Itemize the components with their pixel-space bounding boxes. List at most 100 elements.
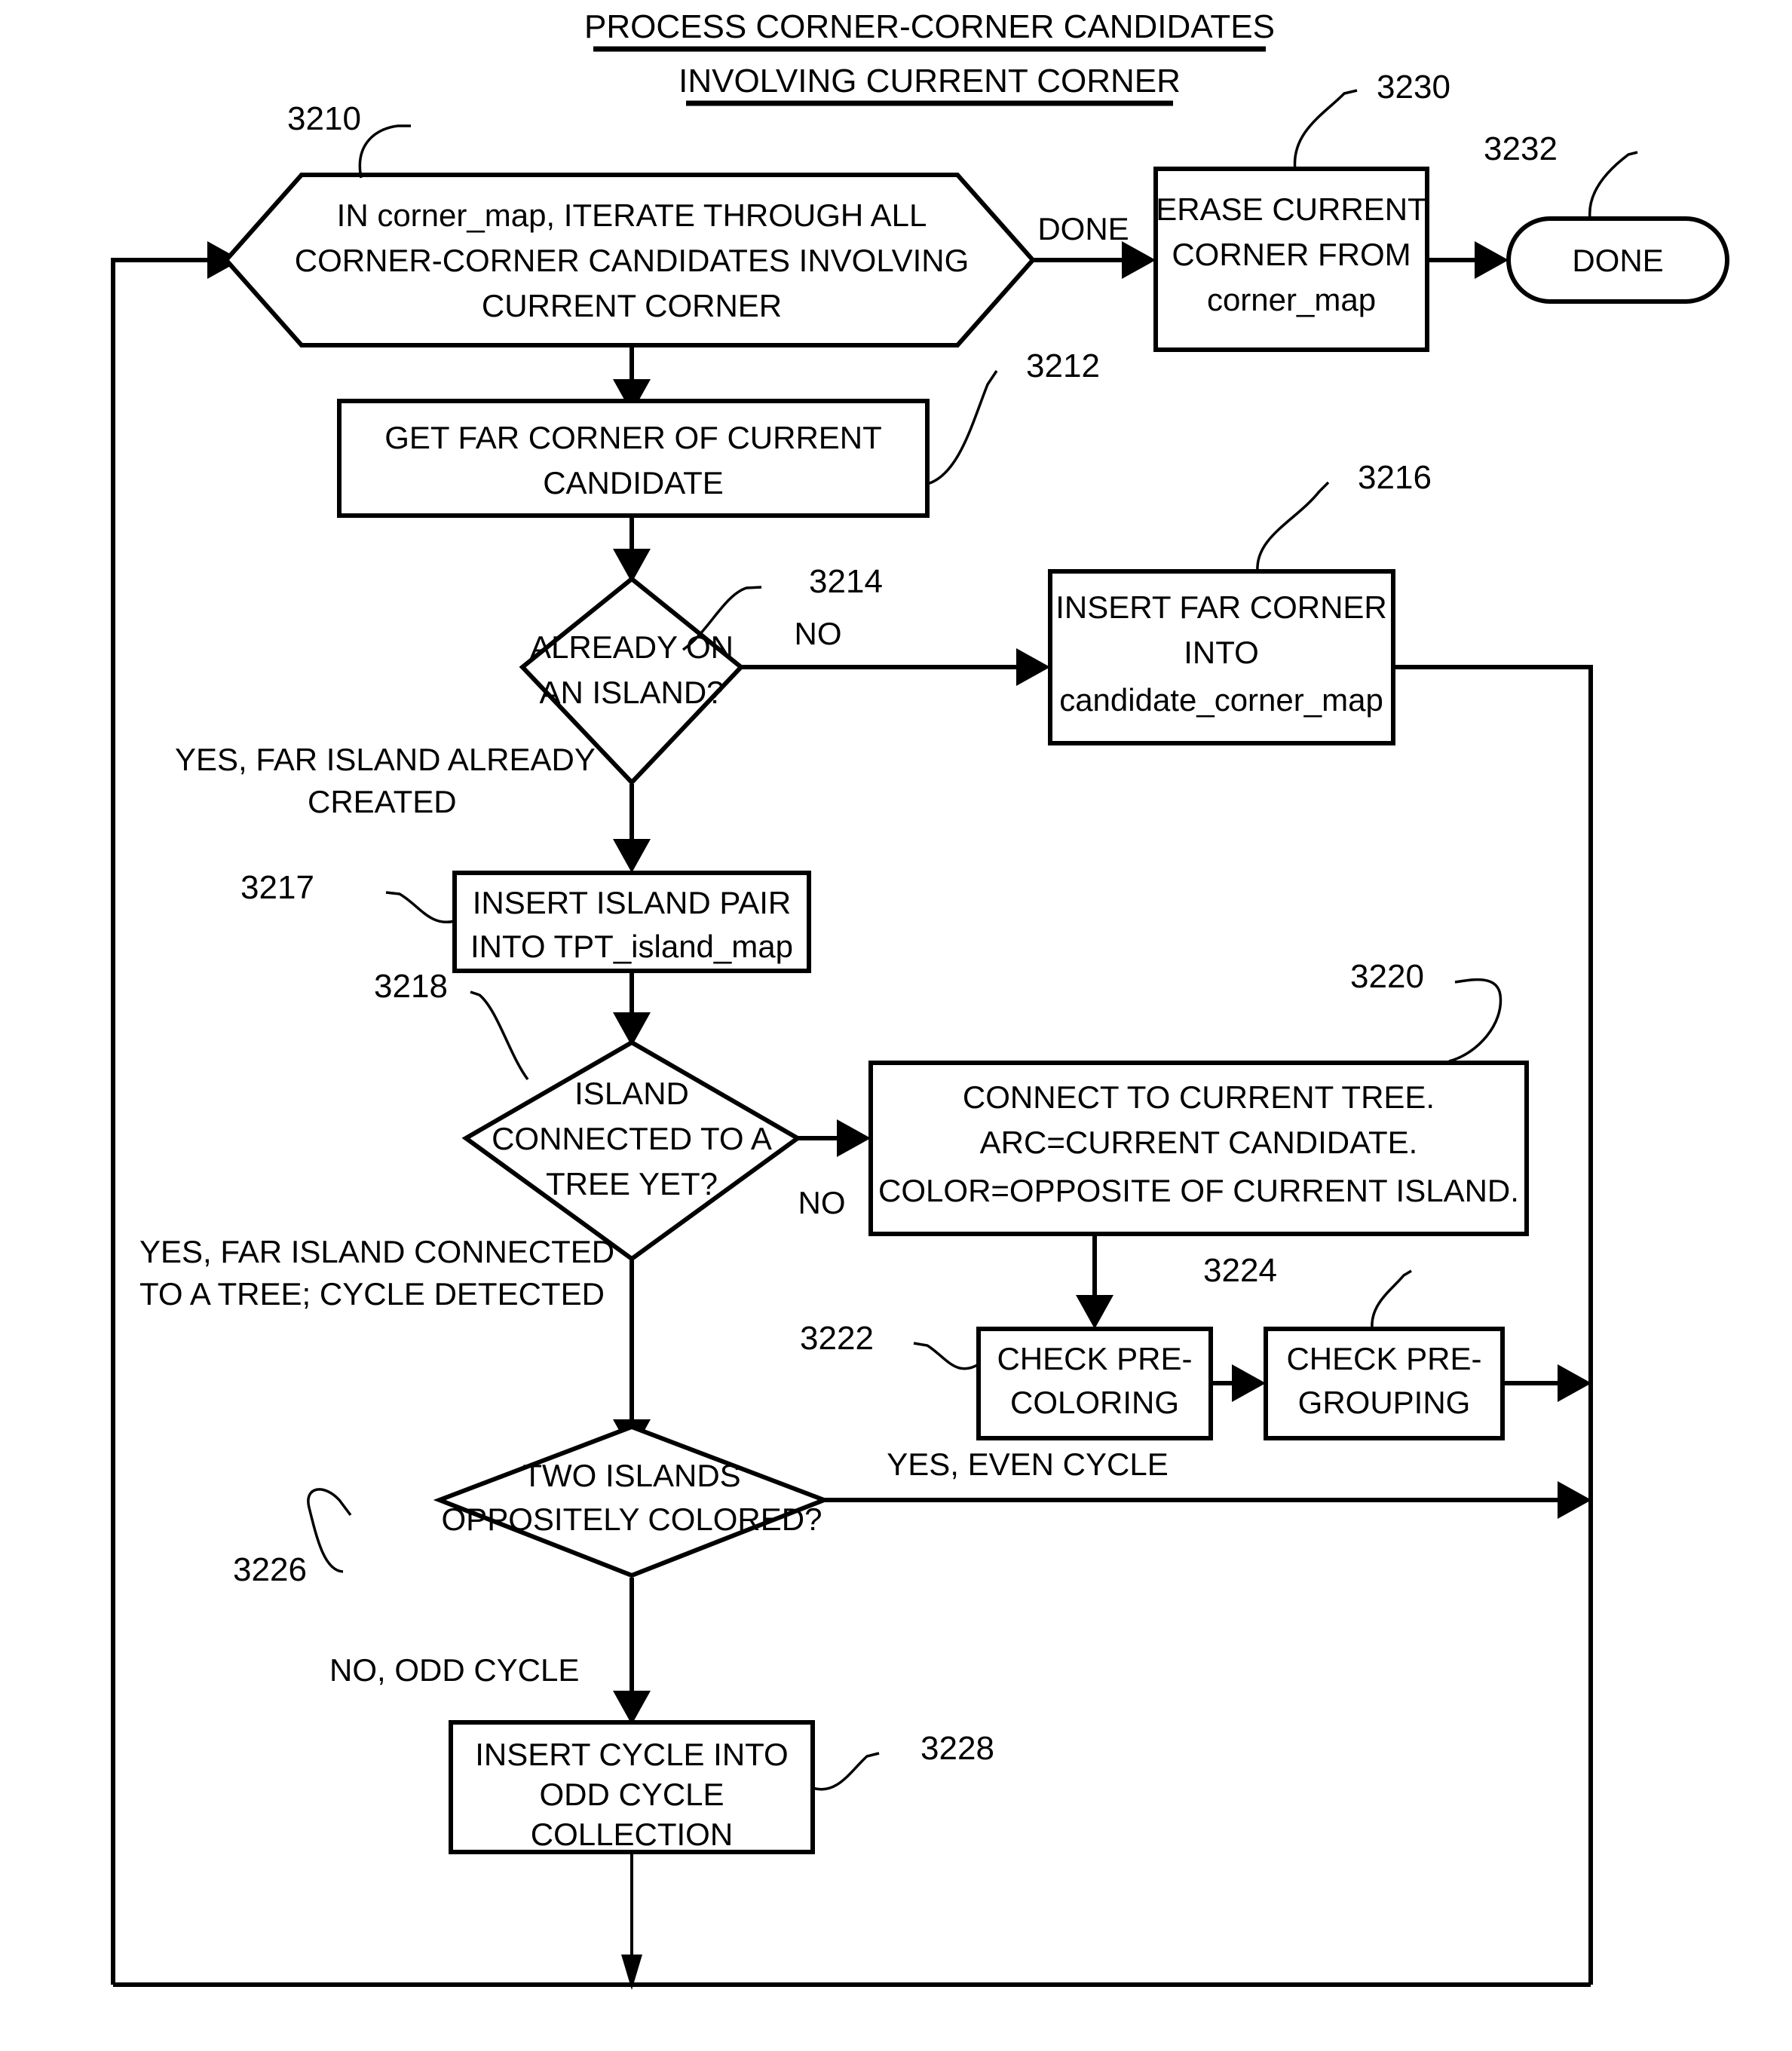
node-3232-done-terminator[interactable]: DONE [1506, 216, 1729, 304]
reference-number-3220: 3220 [1350, 958, 1424, 995]
node-3218-line-2: CONNECTED TO A [492, 1121, 772, 1156]
node-3212-get-far-corner[interactable]: GET FAR CORNER OF CURRENT CANDIDATE [337, 399, 930, 518]
node-3228-line-3: COLLECTION [531, 1817, 733, 1852]
node-3216-insert-far-corner[interactable]: INSERT FAR CORNER INTO candidate_corner_… [1048, 569, 1395, 745]
node-3220-line-3: COLOR=OPPOSITE OF CURRENT ISLAND. [878, 1173, 1519, 1208]
edge-label-yes-created-l2: CREATED [308, 784, 457, 819]
node-3226-line-1: TWO ISLANDS [522, 1458, 740, 1493]
reference-leader-3224: 3224 [1203, 1252, 1412, 1329]
arrowhead-3222-in [1076, 1295, 1113, 1329]
arrowhead-3228-in [613, 1691, 651, 1725]
node-3210-line-2: CORNER-CORNER CANDIDATES INVOLVING [295, 243, 970, 278]
edge-label-yes-even-cycle: YES, EVEN CYCLE [887, 1446, 1168, 1482]
reference-number-3218: 3218 [374, 968, 448, 1005]
edge-label-no-odd-cycle: NO, ODD CYCLE [329, 1652, 579, 1688]
node-3214-line-2: AN ISLAND? [539, 675, 724, 710]
arrowhead-3216-in [1016, 648, 1050, 686]
connector-3218-yes-to-3226 [613, 1260, 651, 1453]
connector-3217-to-3218 [613, 971, 651, 1046]
reference-leader-3226: 3226 [233, 1488, 352, 1588]
reference-number-3214: 3214 [809, 563, 883, 600]
node-3228-insert-cycle-odd-collection[interactable]: INSERT CYCLE INTO ODD CYCLE COLLECTION [449, 1720, 815, 1854]
reference-number-3228: 3228 [921, 1730, 994, 1767]
node-3216-line-1: INSERT FAR CORNER [1055, 589, 1387, 625]
node-3218-line-3: TREE YET? [546, 1166, 718, 1202]
reference-leader-3217: 3217 [240, 869, 455, 924]
connector-3222-to-3224 [1211, 1364, 1266, 1402]
edge-label-cycle-detected-l1: YES, FAR ISLAND CONNECTED [139, 1234, 614, 1269]
reference-leader-3216: 3216 [1256, 459, 1432, 572]
connector-3226-yes-to-right-rail [824, 1481, 1591, 1519]
node-3226-line-2: OPPOSITELY COLORED? [442, 1502, 822, 1537]
arrowhead-right-rail-3224 [1558, 1364, 1591, 1402]
connector-3220-to-3222 [1076, 1234, 1113, 1329]
node-3220-line-2: ARC=CURRENT CANDIDATE. [980, 1125, 1418, 1160]
reference-leader-3212: 3212 [927, 347, 1100, 485]
connector-3226-no-to-3228 [613, 1578, 651, 1725]
arrowhead-3224-in [1232, 1364, 1266, 1402]
node-3212-line-2: CANDIDATE [543, 465, 724, 501]
connector-3214-yes-to-3217 [613, 784, 651, 873]
node-3228-line-1: INSERT CYCLE INTO [475, 1737, 788, 1772]
node-3210-iterate-candidates[interactable]: IN corner_map, ITERATE THROUGH ALL CORNE… [222, 173, 1037, 347]
reference-number-3217: 3217 [240, 869, 314, 906]
node-3214-line-1: ALREADY ON [530, 629, 734, 665]
node-3218-island-connected-tree[interactable]: ISLAND CONNECTED TO A TREE YET? [461, 1039, 802, 1262]
reference-number-3226: 3226 [233, 1551, 307, 1588]
node-3230-line-1: ERASE CURRENT [1156, 191, 1426, 227]
connector-3228-to-bottom-rail [621, 1852, 642, 1990]
reference-number-3222: 3222 [800, 1320, 874, 1357]
node-3212-line-1: GET FAR CORNER OF CURRENT [384, 420, 882, 455]
edge-label-cycle-detected-l2: TO A TREE; CYCLE DETECTED [139, 1276, 605, 1312]
node-3224-line-1: CHECK PRE- [1286, 1341, 1481, 1376]
reference-leader-3210: 3210 [287, 100, 411, 179]
chart-title: PROCESS CORNER-CORNER CANDIDATES INVOLVI… [584, 8, 1275, 106]
title-line-1: PROCESS CORNER-CORNER CANDIDATES [584, 8, 1275, 45]
node-3217-line-2: INTO TPT_island_map [470, 929, 793, 964]
node-3224-check-pre-grouping[interactable]: CHECK PRE- GROUPING [1264, 1327, 1505, 1440]
edge-label-no-already-island: NO [795, 616, 842, 651]
node-3222-line-2: COLORING [1010, 1385, 1179, 1420]
node-3216-line-2: INTO [1184, 635, 1259, 670]
connector-3218-no-to-3220 [798, 1119, 871, 1157]
node-3217-insert-island-pair[interactable]: INSERT ISLAND PAIR INTO TPT_island_map [452, 871, 811, 973]
node-3210-line-3: CURRENT CORNER [482, 288, 782, 323]
node-3222-check-pre-coloring[interactable]: CHECK PRE- COLORING [976, 1327, 1213, 1440]
node-3220-connect-current-tree[interactable]: CONNECT TO CURRENT TREE. ARC=CURRENT CAN… [868, 1061, 1529, 1236]
flowchart-page: PROCESS CORNER-CORNER CANDIDATES INVOLVI… [0, 0, 1792, 2051]
node-3226-two-islands-oppositely-colored[interactable]: TWO ISLANDS OPPOSITELY COLORED? [433, 1424, 831, 1578]
reference-number-3216: 3216 [1358, 459, 1432, 496]
node-3220-line-1: CONNECT TO CURRENT TREE. [963, 1079, 1435, 1115]
reference-leader-3218: 3218 [374, 968, 529, 1081]
node-3232-label: DONE [1572, 243, 1663, 278]
connector-3230-to-3232 [1427, 241, 1509, 279]
reference-leader-3220: 3220 [1350, 958, 1503, 1063]
connector-3216-to-right-rail [1393, 665, 1593, 1985]
node-3217-line-1: INSERT ISLAND PAIR [473, 885, 791, 920]
edge-label-done: DONE [1037, 211, 1129, 246]
node-3224-line-2: GROUPING [1298, 1385, 1471, 1420]
node-3216-line-3: candidate_corner_map [1059, 682, 1383, 718]
connector-3210-to-3230 [1033, 241, 1156, 279]
title-line-2: INVOLVING CURRENT CORNER [679, 63, 1181, 99]
node-3230-erase-current-corner[interactable]: ERASE CURRENT CORNER FROM corner_map [1153, 167, 1429, 352]
connector-3224-to-right-rail [1503, 1364, 1591, 1402]
arrowhead-3220-in [837, 1119, 871, 1157]
node-3228-line-2: ODD CYCLE [539, 1777, 724, 1812]
reference-leader-3232: 3232 [1484, 130, 1638, 219]
reference-leader-3222: 3222 [800, 1320, 979, 1370]
arrowhead-3217-in [613, 839, 651, 873]
connector-3214-no-to-3216 [741, 648, 1050, 686]
connector-loop-return [111, 241, 241, 1985]
node-3230-line-3: corner_map [1207, 282, 1376, 317]
flowchart-canvas: PROCESS CORNER-CORNER CANDIDATES INVOLVI… [111, 8, 1729, 1990]
reference-number-3210: 3210 [287, 100, 361, 137]
arrowhead-3232-in [1475, 241, 1509, 279]
node-3230-line-2: CORNER FROM [1172, 237, 1411, 272]
connector-3212-to-3214 [613, 516, 651, 583]
reference-number-3224: 3224 [1203, 1252, 1277, 1289]
reference-number-3230: 3230 [1377, 69, 1450, 106]
arrowhead-right-rail-even [1558, 1481, 1591, 1519]
edge-label-no-island-connected: NO [798, 1185, 846, 1220]
reference-number-3212: 3212 [1026, 347, 1100, 384]
